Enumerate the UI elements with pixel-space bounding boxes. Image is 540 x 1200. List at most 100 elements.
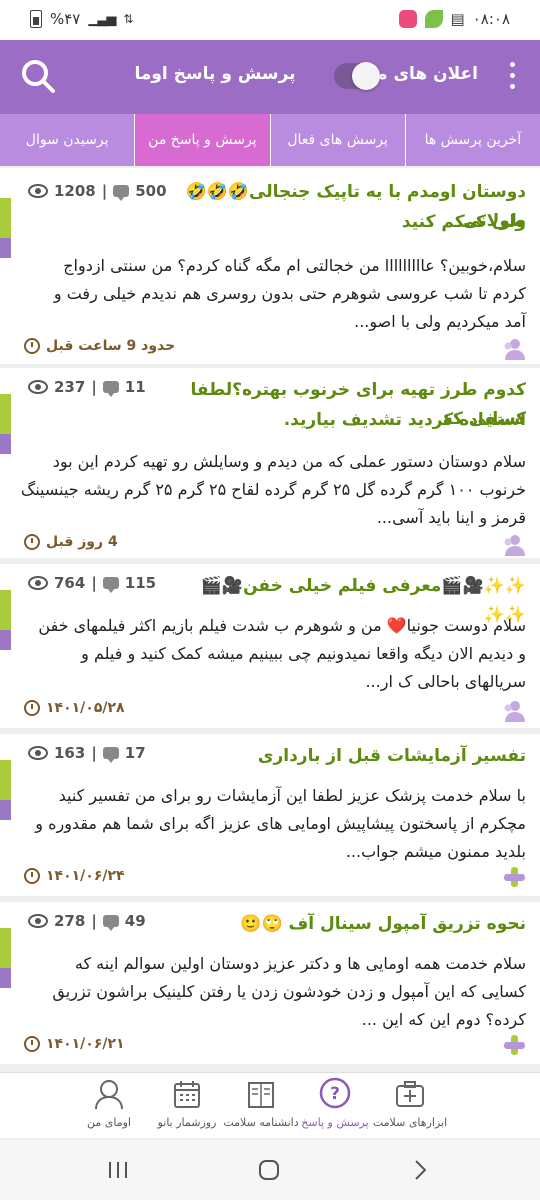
tab-my-questions[interactable]: پرسش و پاسخ من [134, 114, 270, 166]
views-count: 278 [54, 912, 86, 930]
question-stats: 237 | 11 [28, 378, 146, 397]
question-time: ۱۴۰۱/۰۶/۲۴ [24, 868, 125, 884]
user-avatar-icon [504, 339, 525, 360]
comments-icon [102, 577, 119, 593]
question-time: ۱۴۰۱/۰۵/۲۸ [24, 700, 125, 716]
plus-badge-icon [504, 867, 525, 887]
question-stats: 163 | 17 [28, 744, 146, 763]
question-body-line: بلدید ممنون میشم جواب... [345, 842, 526, 861]
views-count: 1208 [54, 182, 96, 200]
question-title-cont: استفاده کردید تشدیف بیارید. [283, 410, 526, 430]
question-body-line: با سلام خدمت پزشک عزیز لطفا این آزمایشات… [58, 786, 526, 805]
question-body-line: سلام دوستان دستور عملی که من دیدم و وسای… [52, 452, 526, 471]
question-title-cont: ولی کمکم کنید [401, 212, 526, 232]
question-stats: 764 | 115 [28, 574, 157, 593]
question-time: ۱۴۰۱/۰۶/۲۱ [24, 1036, 125, 1052]
user-avatar-icon [504, 535, 525, 556]
message-icon: ▤ [450, 10, 465, 28]
time-text: حدود 9 ساعت قبل [46, 338, 176, 354]
card-accent [0, 760, 11, 820]
question-time: 4 روز قبل [24, 534, 118, 550]
comments-count: 49 [124, 912, 146, 930]
question-time: حدود 9 ساعت قبل [24, 338, 175, 354]
signal-icon: ▁▃▅ [88, 11, 116, 27]
medkit-icon [396, 1081, 424, 1107]
question-card[interactable]: کدوم طرز تهیه برای خرنوب بهتره؟لطفا کسای… [0, 368, 540, 558]
question-body-line: کسایی که این آمپول و زدن خودشون زدن یا ر… [52, 982, 526, 1001]
views-count: 163 [54, 744, 86, 762]
tab-ask-question[interactable]: پرسیدن سوال [0, 114, 135, 166]
nav-my-ouma[interactable]: اومای من [54, 1077, 164, 1129]
calendar-icon [174, 1081, 200, 1108]
system-nav-bar [0, 1140, 540, 1200]
clock-icon [24, 700, 40, 716]
question-body-line: سلام خدمت همه اومایی ها و دکتر عزیز دوست… [74, 954, 526, 973]
question-card[interactable]: تفسیر آزمایشات قبل از بارداری 163 | 17 ب… [0, 734, 540, 896]
tab-active-questions[interactable]: پرسش های فعال [269, 114, 405, 166]
stats-divider: | [101, 182, 108, 200]
question-body-line: مچکرم از پاسختون پیشاپیش اومایی های عزیز… [35, 814, 526, 833]
comments-count: 500 [135, 182, 167, 200]
search-icon[interactable] [20, 58, 56, 94]
profile-icon [95, 1080, 123, 1110]
question-body-line: سریالهای باحالی ک ار... [365, 672, 526, 691]
nav-label: اومای من [87, 1116, 131, 1129]
toggle-knob [352, 62, 380, 90]
comments-icon [102, 915, 119, 931]
time-text: ۱۴۰۱/۰۵/۲۸ [46, 700, 125, 716]
book-icon [248, 1082, 274, 1108]
stats-divider: | [91, 378, 97, 396]
more-menu-icon[interactable] [510, 62, 516, 92]
stats-divider: | [91, 574, 97, 592]
question-bubble-icon: ? [319, 1077, 351, 1109]
question-body-line: سلام،خوبین؟ عااااااااا من خجالتی ام مگه … [63, 256, 526, 275]
views-count: 237 [54, 378, 86, 396]
app-notification-icon [398, 10, 417, 28]
card-accent [0, 394, 11, 454]
recent-apps-icon[interactable] [106, 1160, 130, 1180]
question-stats: 1208 | 500 [28, 182, 167, 201]
clock-icon [24, 338, 40, 354]
battery-level: %۴۷ [50, 10, 81, 28]
battery-icon [30, 10, 42, 28]
tab-latest-questions[interactable]: آخرین پرسش ها [404, 114, 540, 166]
comments-count: 11 [124, 378, 146, 396]
clock-icon [24, 1036, 40, 1052]
question-title: نحوه تزریق آمپول سینال آف 🙄🙂 [240, 914, 526, 934]
question-body-line: آمد میکردیم ولی با اصو... [354, 312, 526, 331]
clock-time: ۰۸:۰۸ [472, 10, 510, 28]
tab-bar: پرسیدن سوال پرسش و پاسخ من پرسش های فعال… [0, 114, 540, 166]
card-accent [0, 928, 11, 988]
time-text: ۱۴۰۱/۰۶/۲۴ [46, 868, 125, 884]
views-icon [28, 914, 48, 928]
user-avatar-icon [504, 701, 525, 722]
card-accent [0, 198, 11, 258]
question-body-line: خرنوب ۱۰۰ گرم گرده گل ۲۵ گرم گرده لقاح ۲… [20, 480, 526, 499]
stats-divider: | [91, 912, 97, 930]
status-left: %۴۷ ▁▃▅ ⇅ [30, 10, 133, 28]
plus-badge-icon [504, 1035, 525, 1055]
stats-divider: | [91, 744, 97, 762]
question-card[interactable]: دوستان اومدم با یه تاپیک جنجالی🤣🤣🤣طولانی… [0, 168, 540, 364]
question-body-line: سلام دوست جونیا❤️ من و شوهرم ب شدت فیلم … [38, 616, 526, 635]
question-card[interactable]: نحوه تزریق آمپول سینال آف 🙄🙂 278 | 49 سل… [0, 902, 540, 1064]
views-icon [28, 746, 48, 760]
comments-count: 115 [124, 574, 157, 592]
leaf-app-icon [424, 10, 443, 28]
views-icon [28, 184, 48, 198]
home-icon[interactable] [257, 1158, 281, 1182]
status-right: ▤ ۰۸:۰۸ [398, 10, 510, 28]
views-icon [28, 576, 48, 590]
clock-icon [24, 868, 40, 884]
back-icon[interactable] [410, 1158, 430, 1182]
question-body-line: کردم تا شب عروسی شوهرم حتی بدون روسری هم… [53, 284, 526, 303]
comments-count: 17 [124, 744, 146, 762]
views-count: 764 [54, 574, 86, 592]
notifications-toggle[interactable] [334, 62, 380, 90]
question-card[interactable]: ✨✨🎥🎬معرفی فیلم خیلی خفن🎥🎬✨✨ 764 | 115 سل… [0, 564, 540, 728]
comments-icon [102, 747, 119, 763]
question-body-line: و دیدیم الان دیگه واقعا نمیدونیم چی ببین… [81, 644, 526, 663]
comments-icon [113, 185, 130, 201]
views-icon [28, 380, 48, 394]
time-text: ۱۴۰۱/۰۶/۲۱ [46, 1036, 125, 1052]
